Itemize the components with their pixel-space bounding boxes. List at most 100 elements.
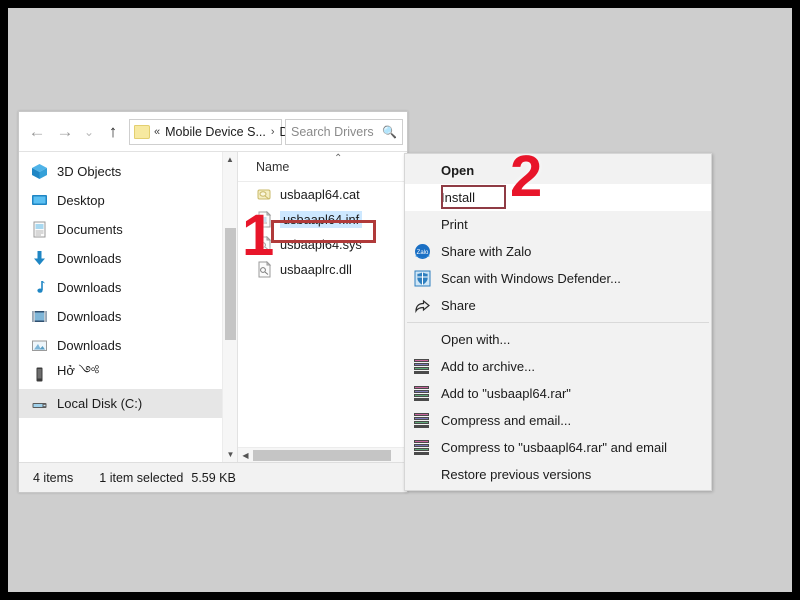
forward-button[interactable]: → — [51, 118, 79, 146]
menu-item-add-to-rar[interactable]: Add to "usbaapl64.rar" — [405, 380, 711, 407]
menu-item-add-to-archive[interactable]: Add to archive... — [405, 353, 711, 380]
menu-item-label: Restore previous versions — [441, 467, 592, 482]
menu-item-open-with[interactable]: Open with... — [405, 326, 711, 353]
downloads-icon — [30, 250, 48, 268]
navigation-pane-scrollbar[interactable]: ▲ ▼ — [222, 152, 237, 462]
menu-item-label: Share with Zalo — [441, 244, 532, 259]
file-list-pane: Name ⌃ usbaapl64.cat usbaapl64.inf usbaa… — [237, 152, 407, 462]
winrar-icon — [413, 385, 431, 403]
menu-icon-placeholder — [413, 162, 431, 180]
zalo-icon: Zalo — [413, 243, 431, 261]
sidebar-item-pictures-downloads[interactable]: Downloads — [19, 331, 237, 360]
sidebar-item-label: Documents — [57, 222, 123, 237]
sidebar-item-label: Downloads — [57, 309, 122, 324]
menu-icon-placeholder — [413, 331, 431, 349]
menu-item-open[interactable]: Open — [405, 157, 711, 184]
folder-icon — [134, 124, 150, 139]
winrar-icon — [413, 358, 431, 376]
column-header-name[interactable]: Name ⌃ — [238, 152, 407, 182]
sidebar-item-label: Downloads — [57, 280, 122, 295]
file-explorer-window: ← → ⌄ ↑ « Mobile Device S... › Drivers ⌄… — [18, 111, 408, 493]
recent-locations-icon[interactable]: ⌄ — [79, 118, 99, 146]
menu-item-install[interactable]: Install — [405, 184, 711, 211]
music-icon — [30, 279, 48, 297]
status-selection-size: 5.59 KB — [191, 470, 236, 485]
scroll-up-icon[interactable]: ▲ — [223, 152, 237, 167]
sidebar-item-label: Downloads — [57, 251, 122, 266]
status-item-count: 4 items — [33, 470, 74, 485]
sidebar-item-label: Desktop — [57, 193, 105, 208]
file-name-label: usbaapl64.inf — [280, 211, 363, 228]
breadcrumb-item-parent[interactable]: Mobile Device S... — [165, 125, 266, 139]
scroll-left-icon[interactable]: ◀ — [238, 451, 253, 460]
scroll-down-icon[interactable]: ▼ — [223, 447, 238, 462]
device-icon — [30, 366, 48, 384]
status-selection: 1 item selected — [99, 470, 184, 485]
sidebar-item-local-disk[interactable]: Local Disk (C:) — [19, 389, 237, 418]
sort-ascending-icon: ⌃ — [334, 153, 343, 164]
menu-item-label: Open — [441, 163, 475, 178]
menu-icon-placeholder — [413, 216, 431, 234]
sidebar-item-label: 3D Objects — [57, 164, 122, 179]
share-icon — [413, 297, 431, 315]
column-header-label: Name — [256, 159, 290, 174]
file-name-label: usbaaplrc.dll — [280, 262, 352, 277]
file-list-horizontal-scrollbar[interactable]: ◀ — [238, 447, 407, 462]
menu-item-compress-and-email[interactable]: Compress and email... — [405, 407, 711, 434]
sidebar-item-device[interactable]: Hở ༺ — [19, 360, 237, 389]
menu-item-restore-previous-versions[interactable]: Restore previous versions — [405, 461, 711, 488]
sidebar-item-label: Local Disk (C:) — [57, 396, 143, 411]
local-disk-icon — [30, 395, 48, 413]
sidebar-item-downloads[interactable]: Downloads — [19, 244, 237, 273]
menu-item-label: Open with... — [441, 332, 511, 347]
address-bar[interactable]: « Mobile Device S... › Drivers ⌄ ↻ — [129, 118, 354, 145]
desktop-icon — [30, 192, 48, 210]
menu-separator — [407, 322, 709, 323]
menu-icon-placeholder — [413, 189, 431, 207]
screenshot-root: ← → ⌄ ↑ « Mobile Device S... › Drivers ⌄… — [0, 0, 800, 600]
3d-objects-icon — [30, 163, 48, 181]
sidebar-item-label: Hở ༺ — [57, 363, 100, 378]
scrollbar-thumb[interactable] — [225, 228, 236, 340]
menu-item-label: Install — [441, 190, 475, 205]
menu-item-label: Scan with Windows Defender... — [441, 271, 621, 286]
menu-icon-placeholder — [413, 466, 431, 484]
file-name-label: usbaapl64.sys — [280, 237, 362, 252]
file-name-label: usbaapl64.cat — [280, 187, 360, 202]
winrar-icon — [413, 412, 431, 430]
breadcrumb-overflow-icon[interactable]: « — [154, 126, 160, 138]
scrollbar-thumb[interactable] — [253, 449, 391, 461]
documents-icon — [30, 221, 48, 239]
sidebar-item-videos-downloads[interactable]: Downloads — [19, 302, 237, 331]
sidebar-item-desktop[interactable]: Desktop — [19, 186, 237, 215]
menu-item-share-with-zalo[interactable]: Zalo Share with Zalo — [405, 238, 711, 265]
explorer-body: 3D Objects Desktop Documents Downloads D… — [19, 152, 407, 462]
defender-icon — [413, 270, 431, 288]
annotation-marker-1: 1 — [242, 203, 274, 268]
menu-item-label: Compress to "usbaapl64.rar" and email — [441, 440, 668, 455]
menu-item-label: Share — [441, 298, 476, 313]
sidebar-item-music-downloads[interactable]: Downloads — [19, 273, 237, 302]
menu-item-scan-with-defender[interactable]: Scan with Windows Defender... — [405, 265, 711, 292]
menu-item-compress-to-rar-and-email[interactable]: Compress to "usbaapl64.rar" and email — [405, 434, 711, 461]
menu-item-share[interactable]: Share — [405, 292, 711, 319]
search-icon[interactable]: 🔍 — [382, 125, 397, 139]
search-placeholder: Search Drivers — [291, 124, 374, 139]
menu-item-label: Compress and email... — [441, 413, 572, 428]
menu-item-print[interactable]: Print — [405, 211, 711, 238]
menu-item-label: Add to archive... — [441, 359, 535, 374]
breadcrumb-separator-icon: › — [270, 125, 275, 138]
annotation-marker-2: 2 — [510, 144, 542, 209]
status-bar: 4 items 1 item selected 5.59 KB — [19, 462, 407, 492]
up-button[interactable]: ↑ — [99, 118, 127, 146]
sidebar-item-documents[interactable]: Documents — [19, 215, 237, 244]
context-menu: Open Install Print Zalo Share with Zalo … — [404, 153, 712, 491]
winrar-icon — [413, 439, 431, 457]
menu-item-label: Print — [441, 217, 468, 232]
sidebar-item-3d-objects[interactable]: 3D Objects — [19, 157, 237, 186]
search-input[interactable]: Search Drivers 🔍 — [285, 118, 403, 145]
back-button[interactable]: ← — [23, 118, 51, 146]
navigation-pane: 3D Objects Desktop Documents Downloads D… — [19, 152, 237, 462]
pictures-icon — [30, 337, 48, 355]
desktop-backdrop: ← → ⌄ ↑ « Mobile Device S... › Drivers ⌄… — [8, 8, 792, 592]
